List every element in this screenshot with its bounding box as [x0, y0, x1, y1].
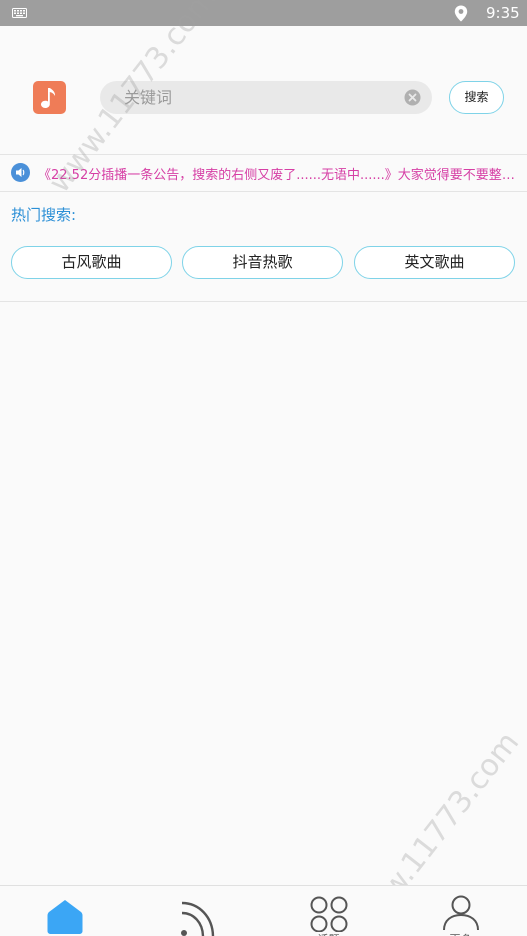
bottom-nav: 话题 更多: [0, 885, 527, 936]
home-icon: [47, 900, 83, 934]
nav-home[interactable]: [13, 886, 118, 936]
search-input[interactable]: [124, 81, 394, 114]
notice-bar[interactable]: 《22.52分插播一条公告，搜索的右侧又废了......无语中......》大家…: [0, 155, 527, 191]
hot-tag[interactable]: 古风歌曲: [11, 246, 172, 279]
search-button[interactable]: 搜索: [449, 81, 504, 114]
status-bar: 9:35: [0, 0, 527, 26]
nav-radio[interactable]: [145, 886, 250, 936]
status-time: 9:35: [486, 4, 520, 22]
app-logo[interactable]: [33, 81, 66, 114]
hot-search-tags: 古风歌曲 抖音热歌 英文歌曲: [0, 246, 527, 280]
apps-icon: [310, 896, 348, 932]
clear-icon[interactable]: [404, 89, 421, 106]
search-header: 搜索: [0, 26, 527, 154]
nav-label: 更多: [408, 931, 513, 936]
radio-icon: [181, 901, 215, 936]
search-box: [100, 81, 432, 114]
divider: [0, 191, 527, 192]
divider: [0, 301, 527, 302]
keyboard-icon: [12, 8, 27, 18]
speaker-icon: [11, 163, 30, 182]
nav-label: 话题: [276, 931, 381, 936]
music-note-icon: [41, 88, 56, 108]
hot-tag[interactable]: 英文歌曲: [354, 246, 515, 279]
nav-more[interactable]: 更多: [408, 886, 513, 936]
notice-text: 《22.52分插播一条公告，搜索的右侧又废了......无语中......》大家…: [38, 168, 524, 183]
hot-tag[interactable]: 抖音热歌: [182, 246, 343, 279]
nav-topics[interactable]: 话题: [276, 886, 381, 936]
hot-search-title: 热门搜索:: [11, 206, 77, 224]
user-icon: [443, 895, 479, 931]
location-pin-icon: [454, 5, 468, 22]
